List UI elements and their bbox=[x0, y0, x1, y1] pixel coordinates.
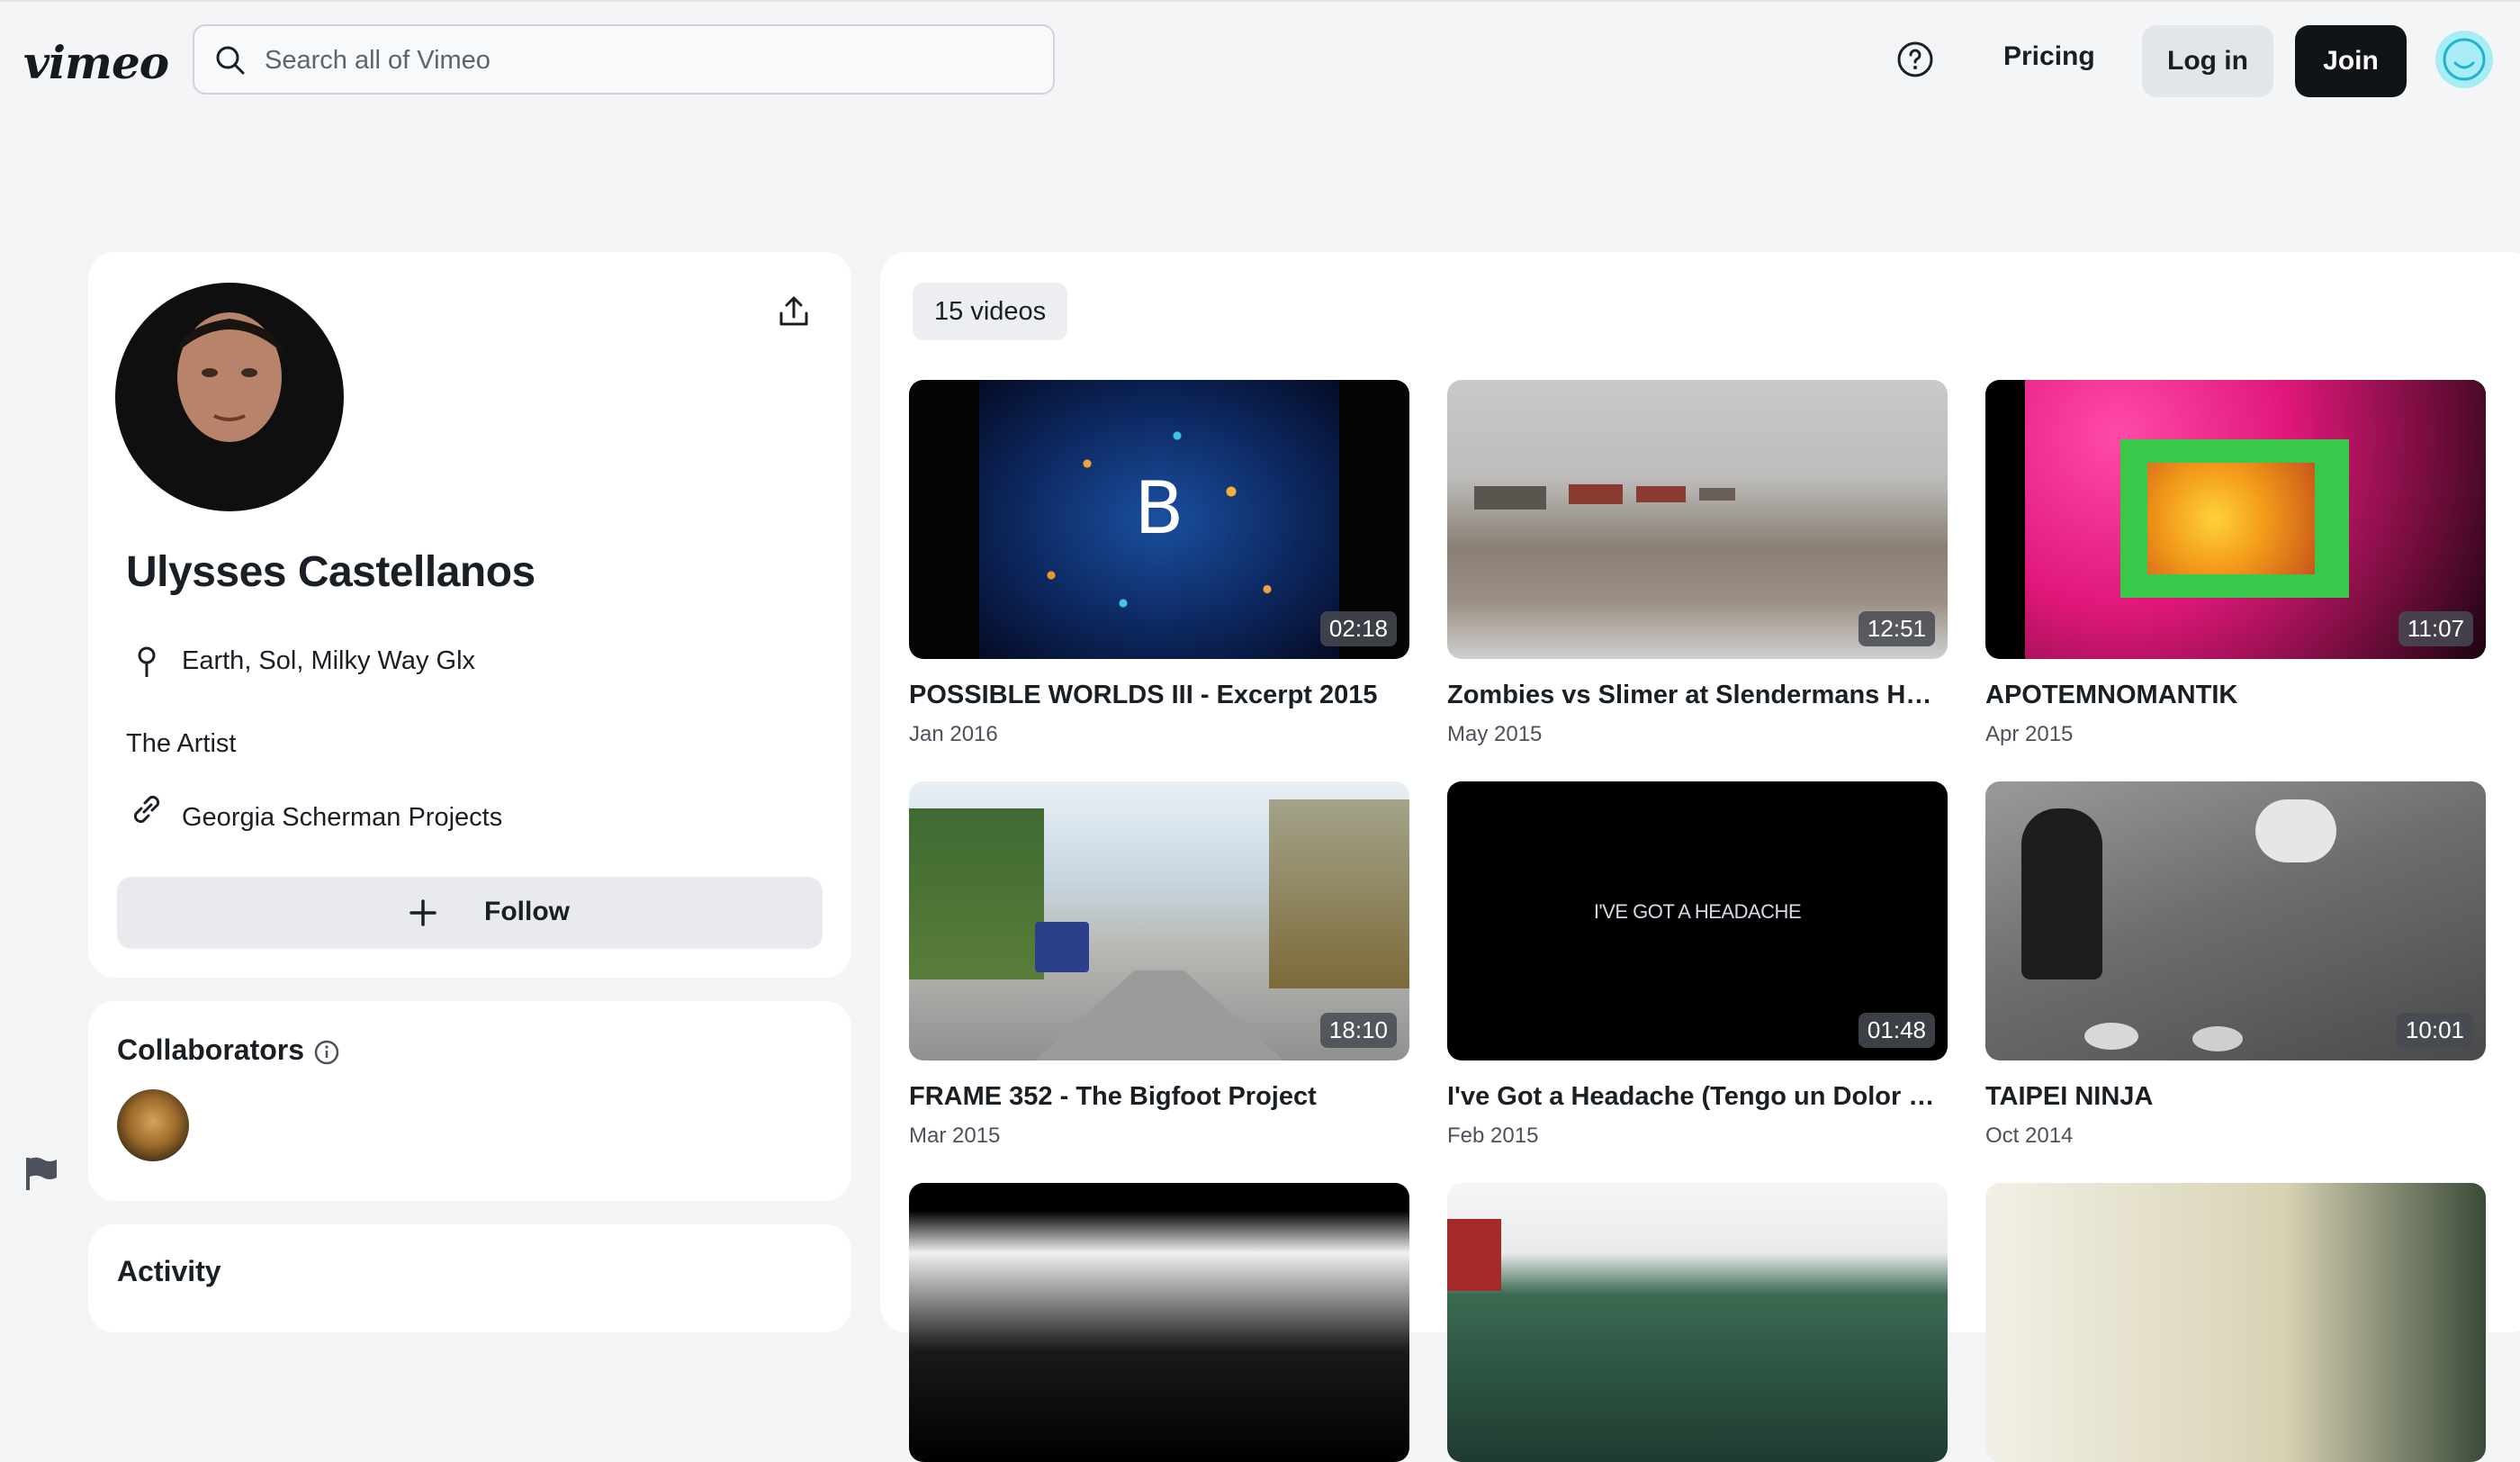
duration-badge: 01:48 bbox=[1858, 1013, 1935, 1048]
duration-badge: 12:51 bbox=[1858, 611, 1935, 646]
video-date: Oct 2014 bbox=[1985, 1124, 2074, 1148]
login-button[interactable]: Log in bbox=[2142, 25, 2273, 97]
share-icon[interactable] bbox=[776, 293, 812, 329]
profile-bio: The Artist bbox=[126, 729, 237, 758]
collaborators-card: Collaborators bbox=[88, 1001, 851, 1201]
videos-panel: 15 videos B 02:18 POSSIBLE WORLDS III - … bbox=[880, 252, 2520, 1462]
video-date: Feb 2015 bbox=[1447, 1124, 1539, 1148]
video-thumbnail[interactable] bbox=[1985, 1183, 2486, 1462]
search-icon bbox=[216, 46, 245, 75]
video-count: 15 videos bbox=[913, 283, 1068, 340]
video-thumbnail[interactable]: 10:01 bbox=[1985, 781, 2486, 1060]
website-link-label: Georgia Scherman Projects bbox=[182, 803, 503, 832]
follow-label: Follow bbox=[484, 897, 570, 926]
video-title[interactable]: Zombies vs Slimer at Slendermans House .… bbox=[1447, 681, 1948, 710]
video-card[interactable]: 18:10 FRAME 352 - The Bigfoot Project Ma… bbox=[909, 781, 1409, 1148]
duration-badge: 18:10 bbox=[1319, 1013, 1397, 1048]
video-thumbnail[interactable]: B 02:18 bbox=[909, 380, 1409, 659]
profile-avatar[interactable] bbox=[115, 283, 344, 511]
plus-icon bbox=[410, 899, 436, 926]
duration-badge: 11:07 bbox=[2398, 611, 2473, 646]
video-card[interactable]: 12:51 Zombies vs Slimer at Slendermans H… bbox=[1447, 380, 1948, 746]
profile-name: Ulysses Castellanos bbox=[126, 548, 536, 596]
help-icon[interactable] bbox=[1897, 41, 1933, 77]
video-card[interactable] bbox=[1447, 1183, 1948, 1462]
activity-title: Activity bbox=[117, 1255, 221, 1287]
thumbnail-overlay-text: B bbox=[1134, 466, 1184, 550]
video-date: Apr 2015 bbox=[1985, 722, 2074, 746]
link-icon bbox=[133, 795, 160, 824]
video-thumbnail[interactable]: 18:10 bbox=[909, 781, 1409, 1060]
vimeo-logo[interactable]: vimeo bbox=[23, 36, 169, 89]
collaborators-title: Collaborators bbox=[117, 1033, 305, 1066]
video-title[interactable]: TAIPEI NINJA bbox=[1985, 1082, 2486, 1112]
video-thumbnail[interactable]: 11:07 bbox=[1985, 380, 2486, 659]
video-card[interactable] bbox=[909, 1183, 1409, 1462]
location-text: Earth, Sol, Milky Way Glx bbox=[182, 646, 476, 675]
video-title[interactable]: I've Got a Headache (Tengo un Dolor de .… bbox=[1447, 1082, 1948, 1112]
video-title[interactable]: POSSIBLE WORLDS III - Excerpt 2015 bbox=[909, 681, 1409, 710]
smiley-icon bbox=[2443, 38, 2486, 81]
video-title[interactable]: APOTEMNOMANTIK bbox=[1985, 681, 2486, 710]
video-card[interactable]: 11:07 APOTEMNOMANTIK Apr 2015 bbox=[1985, 380, 2486, 746]
follow-button[interactable]: Follow bbox=[117, 877, 823, 949]
video-title[interactable]: FRAME 352 - The Bigfoot Project bbox=[909, 1082, 1409, 1112]
location-pin-icon bbox=[138, 646, 156, 677]
pricing-link[interactable]: Pricing bbox=[2003, 41, 2095, 72]
video-date: Mar 2015 bbox=[909, 1124, 1001, 1148]
duration-badge: 10:01 bbox=[2396, 1013, 2473, 1048]
activity-card: Activity bbox=[88, 1224, 851, 1332]
video-date: Jan 2016 bbox=[909, 722, 998, 746]
search-input[interactable] bbox=[263, 26, 1040, 95]
video-thumbnail[interactable]: I'VE GOT A HEADACHE 01:48 bbox=[1447, 781, 1948, 1060]
profile-card: Ulysses Castellanos Earth, Sol, Milky Wa… bbox=[88, 252, 851, 978]
info-icon[interactable] bbox=[313, 1039, 340, 1066]
join-button[interactable]: Join bbox=[2295, 25, 2407, 97]
profile-portrait bbox=[176, 312, 283, 442]
video-thumbnail[interactable]: 12:51 bbox=[1447, 380, 1948, 659]
search-bar[interactable] bbox=[193, 24, 1055, 95]
collaborator-avatar[interactable] bbox=[117, 1089, 189, 1161]
top-nav: vimeo Pricing Log in Join bbox=[0, 0, 2520, 121]
duration-badge: 02:18 bbox=[1319, 611, 1397, 646]
report-flag-icon[interactable] bbox=[23, 1154, 59, 1194]
video-thumbnail[interactable] bbox=[1447, 1183, 1948, 1462]
video-card[interactable]: B 02:18 POSSIBLE WORLDS III - Excerpt 20… bbox=[909, 380, 1409, 746]
thumbnail-overlay-text: I'VE GOT A HEADACHE bbox=[1593, 900, 1802, 923]
video-card[interactable] bbox=[1985, 1183, 2486, 1462]
video-card[interactable]: 10:01 TAIPEI NINJA Oct 2014 bbox=[1985, 781, 2486, 1148]
video-thumbnail[interactable] bbox=[909, 1183, 1409, 1462]
video-card[interactable]: I'VE GOT A HEADACHE 01:48 I've Got a Hea… bbox=[1447, 781, 1948, 1148]
user-avatar[interactable] bbox=[2435, 31, 2493, 88]
video-date: May 2015 bbox=[1447, 722, 1543, 746]
